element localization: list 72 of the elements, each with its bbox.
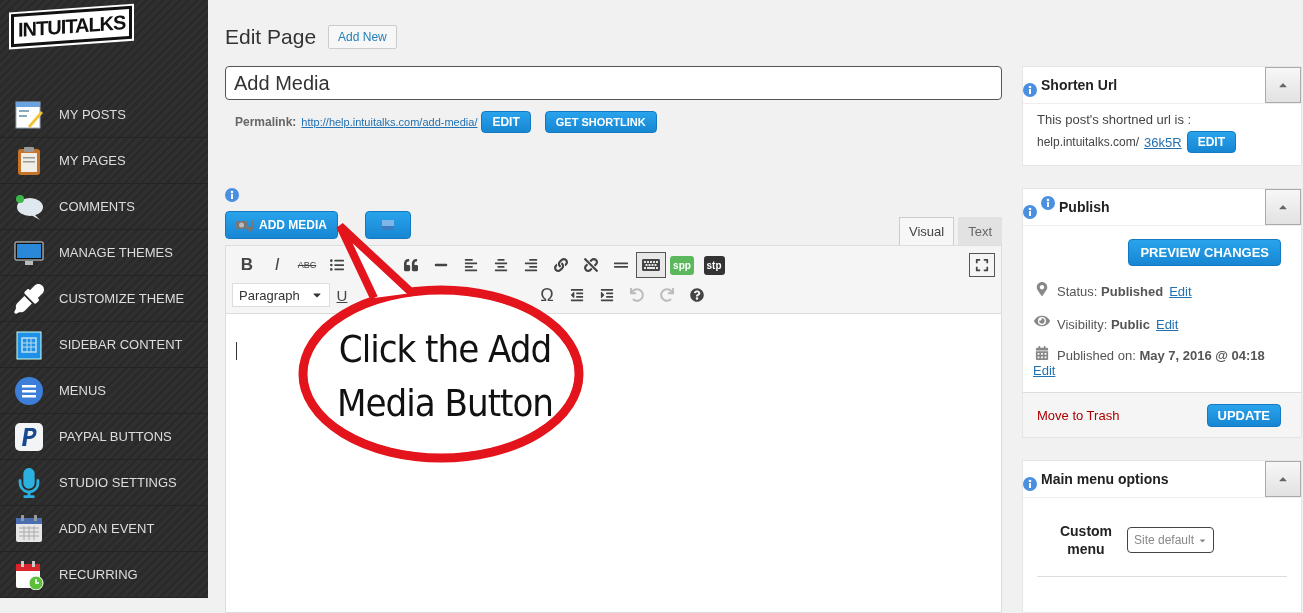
quote-icon <box>404 258 418 272</box>
edit-link[interactable]: Edit <box>1033 363 1056 378</box>
publish-info: Status: Published <box>1057 284 1164 299</box>
shorturl-intro: This post's shortned url is : <box>1037 112 1192 127</box>
keyboard-button[interactable] <box>636 252 666 278</box>
sidebar-item[interactable]: SIDEBAR CONTENT <box>59 337 183 352</box>
link-icon <box>554 258 568 272</box>
sidebar-item[interactable]: CUSTOMIZE THEME <box>59 291 185 306</box>
camera-music-icon <box>236 218 254 232</box>
sidebar-item[interactable]: MY POSTS <box>59 107 126 122</box>
panel-title: Publish <box>1059 199 1110 215</box>
fullscreen-icon <box>975 258 989 272</box>
sidebar-item[interactable]: MENUS <box>59 383 106 398</box>
calendar-clock-icon <box>14 559 44 590</box>
outdent-icon <box>570 288 584 302</box>
editor-tab[interactable]: Visual <box>898 217 955 245</box>
edit-link[interactable]: Edit <box>1155 317 1179 332</box>
calendar-icon <box>1033 346 1051 360</box>
underline-button[interactable]: U <box>332 282 352 308</box>
title-field[interactable]: Add Media <box>225 66 1002 100</box>
info-icon <box>225 188 239 202</box>
unlink-icon <box>584 258 598 272</box>
image-icon <box>382 220 394 230</box>
permalink-link[interactable]: http://help.intuitalks.com/add-media/ <box>301 116 478 128</box>
sidebar-item[interactable]: MANAGE THEMES <box>59 245 173 260</box>
eyedropper-icon <box>14 283 44 314</box>
info-icon <box>1041 196 1055 210</box>
sidebar-item[interactable]: COMMENTS <box>59 199 135 214</box>
callout-text: Click the Add Media Button <box>335 326 555 427</box>
strikethrough-button[interactable]: ABC <box>292 252 322 278</box>
bulleted-list-icon <box>330 258 344 272</box>
field-label: Custom menu <box>1058 522 1114 558</box>
italic-button[interactable]: I <box>262 252 292 278</box>
plugin-button[interactable]: stp <box>703 255 725 275</box>
keyboard-icon <box>642 256 660 274</box>
move-to-trash-link[interactable]: Move to Trash <box>1037 407 1120 423</box>
shorturl-link[interactable]: 36k5R <box>1144 134 1182 150</box>
blueprint-icon <box>14 329 44 360</box>
add-new-button[interactable]: Add New <box>328 25 397 49</box>
shorturl-domain: help.intuitalks.com/ <box>1037 135 1140 149</box>
bold-button[interactable]: B <box>232 252 262 278</box>
page-title: Edit Page <box>225 25 317 49</box>
sidebar-item[interactable]: MY PAGES <box>59 153 126 168</box>
indent-icon <box>600 288 614 302</box>
sidebar-item[interactable]: STUDIO SETTINGS <box>59 475 177 490</box>
undo-icon <box>630 288 644 302</box>
document-pencil-icon <box>14 99 44 130</box>
sidebar-item[interactable]: RECURRING <box>59 567 138 582</box>
format-dropdown[interactable]: Paragraph <box>232 283 330 307</box>
menu-icon <box>14 375 44 406</box>
wallet-badge-icon <box>14 421 44 452</box>
fullscreen-button[interactable] <box>969 253 995 277</box>
publish-info: Published on: May 7, 2016 @ 04:18 <box>1057 348 1265 363</box>
editor-tab[interactable]: Text <box>958 217 1002 245</box>
align-center-icon <box>494 258 508 272</box>
calendar-icon <box>14 513 44 544</box>
sidebar-item[interactable]: PAYPAL BUTTONS <box>59 429 172 444</box>
edit-link[interactable]: Edit <box>1169 284 1192 299</box>
text-cursor <box>236 342 237 360</box>
align-left-icon <box>464 258 478 272</box>
permalink-label: Permalink: <box>235 115 297 129</box>
redo-icon <box>660 288 674 302</box>
panel-title: Main menu options <box>1041 471 1169 487</box>
menu-select[interactable]: Site default <box>1127 527 1215 553</box>
logo[interactable]: INTUITALKS <box>11 5 133 48</box>
special-character-button[interactable]: Ω <box>532 282 562 308</box>
align-right-icon <box>524 258 538 272</box>
panel-title: Shorten Url <box>1041 77 1118 93</box>
publish-info: Visibility: Public <box>1057 317 1150 332</box>
sidebar-item[interactable]: ADD AN EVENT <box>59 521 155 536</box>
eye-icon <box>1033 313 1051 329</box>
help-icon <box>690 288 704 302</box>
